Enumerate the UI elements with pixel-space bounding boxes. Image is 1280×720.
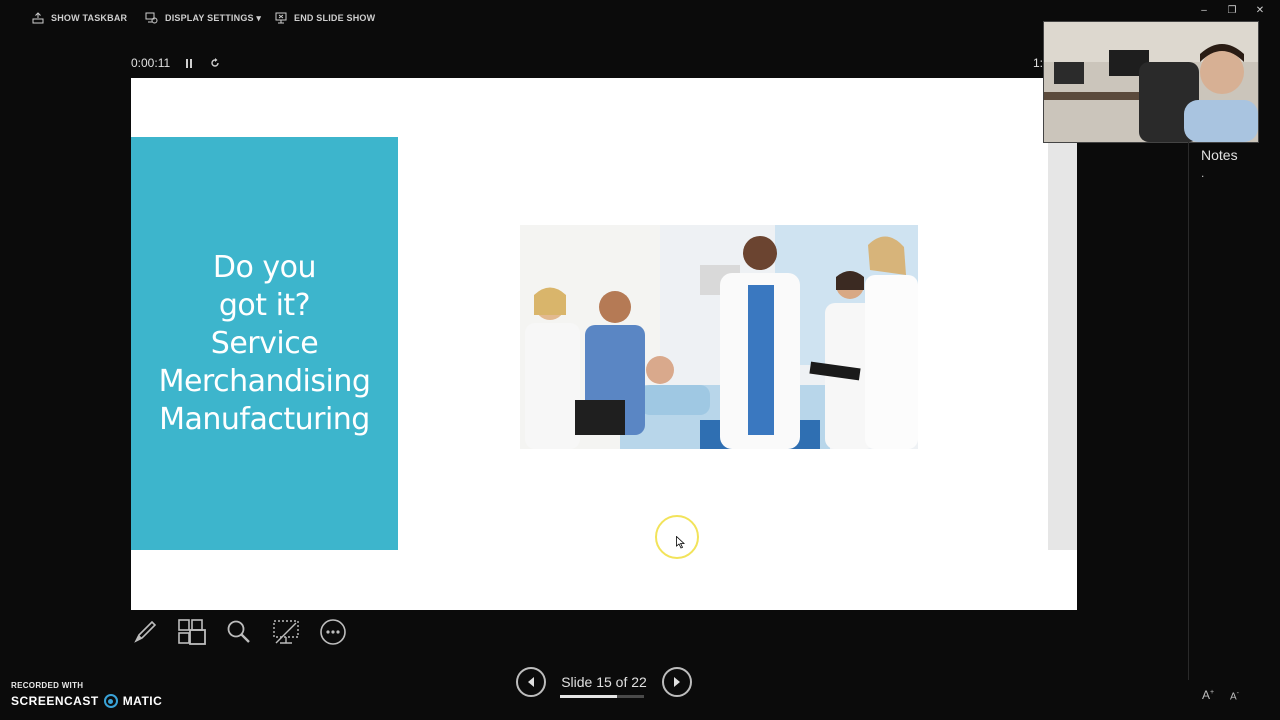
show-taskbar-button[interactable]: SHOW TASKBAR (32, 10, 127, 26)
increase-text-size-button[interactable]: A+ (1202, 688, 1214, 702)
slide-title-panel: Do you got it? Service Merchandising Man… (131, 137, 398, 550)
text-increase-icon: A (1202, 688, 1211, 702)
notes-divider (1188, 140, 1189, 680)
doctors-photo (520, 225, 918, 449)
next-slide-button[interactable] (662, 667, 692, 697)
watermark-brand-right: MATIC (122, 694, 163, 708)
next-slide-preview[interactable] (1048, 137, 1077, 550)
mouse-pointer-icon (676, 536, 685, 549)
title-line: Service (210, 325, 319, 361)
screen-toggle-icon (273, 620, 299, 644)
watermark-brand: SCREENCAST MATIC (11, 694, 162, 708)
presenter-toolbar: SHOW TASKBAR DISPLAY SETTINGS ▾ END SLID… (0, 0, 1040, 36)
display-settings-icon (145, 12, 158, 24)
presenter-tools (131, 618, 347, 646)
next-arrow-icon (674, 677, 680, 687)
reset-timer-button[interactable] (208, 56, 222, 70)
current-slide[interactable]: Do you got it? Service Merchandising Man… (131, 78, 1077, 610)
previous-arrow-icon (528, 677, 534, 687)
screencast-logo-icon (103, 694, 118, 708)
title-line: Merchandising (158, 363, 371, 399)
title-line: Manufacturing (159, 401, 370, 437)
zoom-button[interactable] (225, 618, 253, 646)
notes-text[interactable]: . (1201, 166, 1204, 180)
pen-icon (134, 620, 157, 643)
all-slides-icon (178, 619, 206, 645)
slide-navigation: Slide 15 of 22 (516, 667, 692, 698)
decrease-text-size-button[interactable]: A- (1230, 690, 1239, 702)
elapsed-timer: 0:00:11 (131, 56, 171, 70)
taskbar-icon (32, 12, 44, 24)
previous-slide-button[interactable] (516, 667, 546, 697)
black-screen-button[interactable] (272, 618, 300, 646)
text-decrease-icon: A (1230, 691, 1237, 703)
see-all-slides-button[interactable] (178, 618, 206, 646)
title-line: Do you (212, 249, 317, 285)
close-button[interactable]: ✕ (1246, 2, 1274, 18)
display-settings-label: DISPLAY SETTINGS ▾ (165, 12, 262, 23)
presenter-view: SHOW TASKBAR DISPLAY SETTINGS ▾ END SLID… (0, 0, 1280, 720)
pause-timer-button[interactable] (182, 56, 196, 70)
end-show-icon (275, 12, 287, 24)
end-slide-show-button[interactable]: END SLIDE SHOW (275, 10, 375, 26)
watermark-brand-left: SCREENCAST (11, 694, 99, 708)
clock-readout: 1: (1033, 56, 1043, 70)
webcam-overlay (1043, 21, 1259, 143)
reset-icon (211, 58, 219, 67)
notes-label: Notes (1201, 147, 1238, 163)
show-taskbar-label: SHOW TASKBAR (51, 13, 128, 23)
title-line: got it? (218, 287, 311, 323)
screencast-watermark: RECORDED WITH SCREENCAST MATIC (11, 681, 162, 708)
more-options-button[interactable] (319, 618, 347, 646)
watermark-caption: RECORDED WITH (11, 681, 84, 690)
slide-title: Do you got it? Service Merchandising Man… (159, 249, 371, 439)
slide-progress-track (560, 695, 644, 698)
restore-button[interactable]: ❐ (1218, 2, 1246, 18)
minimize-button[interactable]: – (1190, 2, 1218, 18)
slide-counter-label: Slide 15 of 22 (561, 674, 647, 690)
slide-counter[interactable]: Slide 15 of 22 (560, 674, 648, 698)
display-settings-button[interactable]: DISPLAY SETTINGS ▾ (145, 10, 261, 26)
more-icon (320, 619, 346, 645)
end-slide-show-label: END SLIDE SHOW (294, 13, 376, 23)
window-controls: – ❐ ✕ (1190, 2, 1274, 18)
pause-icon (186, 58, 193, 68)
magnifier-icon (227, 620, 250, 643)
slide-progress-fill (560, 695, 618, 698)
pen-tool-button[interactable] (131, 618, 159, 646)
timer-bar: 0:00:11 (131, 56, 222, 70)
